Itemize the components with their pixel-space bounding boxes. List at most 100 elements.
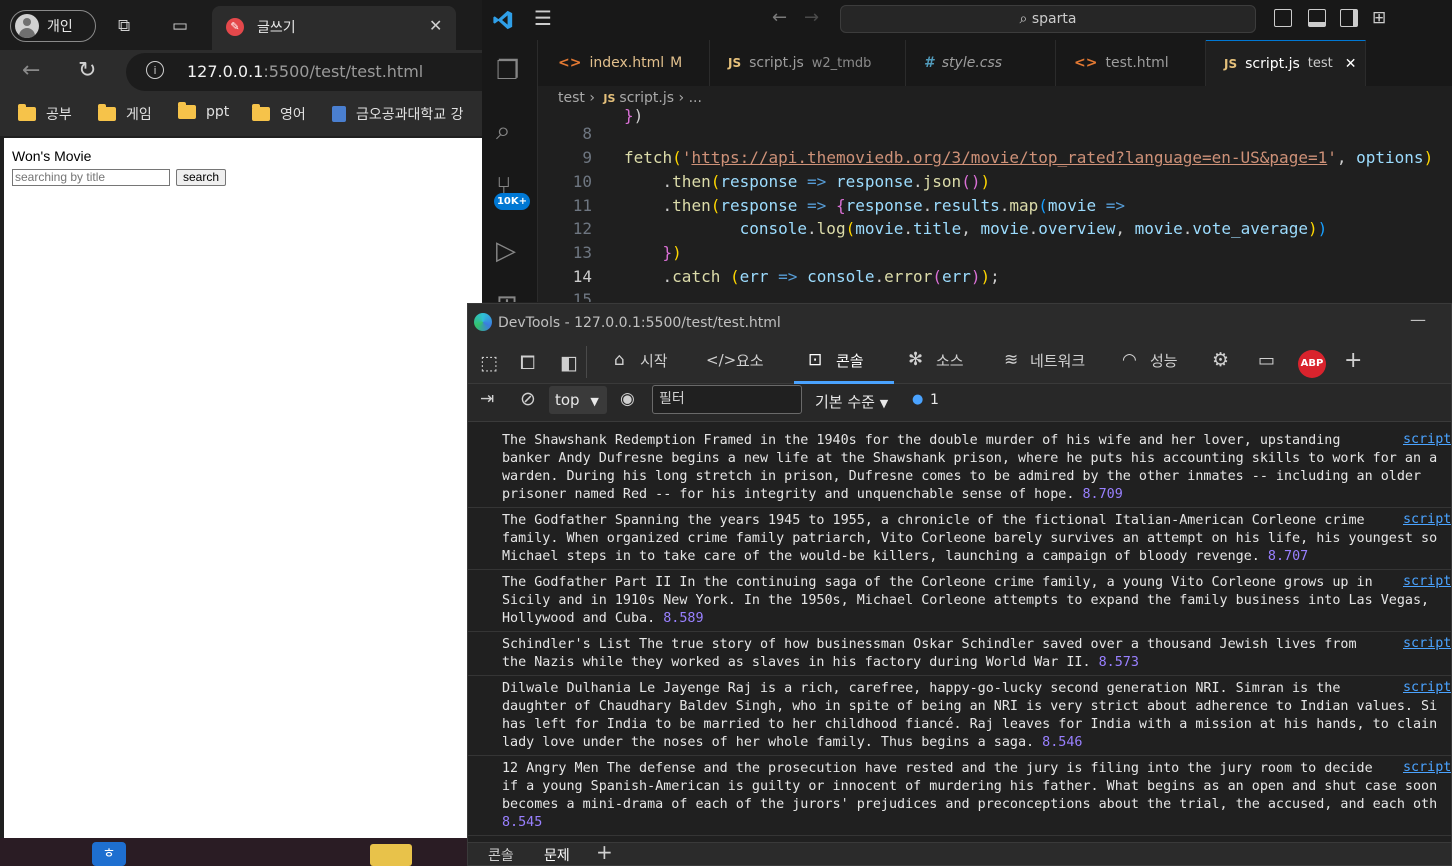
rating-value: 8.709 [1082, 487, 1123, 502]
source-link[interactable]: script [1403, 636, 1451, 651]
customize-layout-icon[interactable]: ⊞ [1372, 8, 1386, 28]
collections-icon[interactable]: ⧉ [118, 16, 130, 36]
add-drawer-tab-icon[interactable]: + [596, 840, 613, 864]
code-line[interactable]: fetch('https://api.themoviedb.org/3/movi… [624, 148, 1433, 167]
run-debug-icon[interactable]: ▷ [496, 236, 516, 266]
bookmark-folder[interactable]: 게임 [98, 104, 152, 124]
code-line-current[interactable]: .catch (err => console.error(err)); [624, 267, 1000, 286]
code-line[interactable]: }) [624, 106, 643, 125]
console-log-line: 12 Angry Men The defense and the prosecu… [502, 761, 1373, 776]
console-log-entry[interactable]: Dilwale Dulhania Le Jayenge Raj is a ric… [502, 680, 1437, 752]
breadcrumb[interactable]: test › JS script.js › ... [558, 90, 702, 106]
toggle-secondary-sidebar-icon[interactable] [1340, 9, 1358, 27]
url-text[interactable]: 127.0.0.1:5500/test/test.html [187, 62, 423, 81]
back-arrow-icon[interactable]: ← [22, 58, 40, 83]
console-log-entry[interactable]: The Godfather Part II In the continuing … [502, 574, 1429, 628]
back-arrow-icon[interactable]: ← [772, 7, 787, 28]
console-log-line: if a young Spanish-American is guilty or… [502, 779, 1438, 794]
message-icon: ● [912, 392, 924, 407]
entry-divider [468, 835, 1451, 836]
toggle-sidebar-icon[interactable] [1274, 9, 1292, 27]
code-line[interactable]: .then(response => {response.results.map(… [624, 196, 1125, 215]
tab-sources[interactable]: 소스 [936, 350, 964, 371]
sidebar-toggle-icon[interactable]: ⇥ [480, 389, 494, 409]
tab-actions-icon[interactable]: ▭ [172, 16, 188, 36]
rating-value: 8.707 [1267, 549, 1309, 564]
sources-icon: ✻ [908, 349, 924, 370]
line-number: 8 [582, 124, 592, 143]
code-line[interactable]: console.log(movie.title, movie.overview,… [624, 219, 1328, 238]
adblock-plus-icon[interactable]: ABP [1298, 350, 1326, 378]
search-icon: ⌕ [1019, 11, 1032, 27]
drawer-tab-bar [468, 842, 1451, 865]
close-tab-icon[interactable]: ✕ [1345, 56, 1357, 72]
html-file-icon: <> [1074, 55, 1098, 71]
site-info-icon[interactable]: i [146, 61, 164, 79]
editor-tab[interactable]: JS script.js w2_tmdb [710, 40, 906, 86]
settings-gear-icon[interactable]: ⚙ [1212, 349, 1229, 371]
code-line[interactable]: .then(response => response.json()) [624, 172, 991, 191]
browser-window: 개인 ⧉ ▭ ✎ 글쓰기 ✕ ← ↻ i 127.0.0.1:5500/test… [0, 0, 482, 866]
profile-button[interactable]: 개인 [10, 10, 96, 42]
bookmark-folder[interactable]: ppt [178, 102, 229, 120]
command-search[interactable]: ⌕ sparta [840, 5, 1256, 33]
tab-performance[interactable]: 성능 [1150, 350, 1178, 371]
tab-network[interactable]: 네트워크 [1030, 350, 1085, 371]
eye-icon[interactable]: ◉ [620, 389, 635, 409]
divider [586, 346, 587, 378]
js-file-icon: JS [1224, 56, 1238, 71]
clear-console-icon[interactable]: ⊘ [520, 388, 536, 410]
code-line[interactable]: }) [624, 243, 682, 262]
console-log-entry[interactable]: The Godfather Spanning the years 1945 to… [502, 512, 1437, 566]
inspect-icon[interactable]: ⬚ [480, 352, 498, 374]
search-button[interactable]: search [176, 169, 226, 186]
note-icon [332, 106, 346, 122]
fetch-url-link[interactable]: https://api.themoviedb.org/3/movie/top_r… [691, 148, 1327, 167]
device-emulation-icon[interactable]: ⧠ [520, 352, 535, 374]
source-link[interactable]: script [1403, 512, 1451, 527]
tab-elements[interactable]: 요소 [736, 350, 764, 371]
profile-label: 개인 [47, 19, 73, 35]
editor-tab[interactable]: <> index.html M [540, 40, 710, 86]
log-level-select[interactable]: 기본 수준 ▼ [815, 391, 888, 412]
tab-close-icon[interactable]: ✕ [429, 16, 442, 35]
toggle-panel-icon[interactable] [1308, 9, 1326, 27]
source-link[interactable]: script [1403, 680, 1451, 695]
bookmark-folder[interactable]: 공부 [18, 104, 72, 124]
menu-icon[interactable]: ☰ [534, 6, 552, 30]
taskbar-app-icon[interactable]: ㅎ [92, 842, 126, 866]
tab-welcome[interactable]: 시작 [640, 350, 668, 371]
editor-tab[interactable]: # style.css [906, 40, 1056, 86]
editor-tab[interactable]: <> test.html [1056, 40, 1206, 86]
add-tab-icon[interactable]: + [1344, 348, 1362, 373]
drawer-tab-console[interactable]: 콘솔 [488, 845, 514, 865]
bookmark-folder[interactable]: 영어 [252, 104, 306, 124]
window-icon[interactable]: ▭ [1258, 350, 1275, 371]
extensions-icon[interactable]: ⊞ [496, 290, 518, 302]
message-count[interactable]: 1 [930, 392, 939, 408]
dock-icon[interactable]: ◧ [560, 352, 578, 374]
devtools-window: DevTools - 127.0.0.1:5500/test/test.html… [467, 303, 1452, 866]
source-link[interactable]: script [1403, 574, 1451, 589]
browser-tab[interactable] [212, 6, 456, 50]
taskbar-app-icon[interactable] [370, 844, 412, 866]
context-select[interactable]: top ▼ [549, 386, 607, 414]
filter-input[interactable]: 필터 [652, 385, 802, 414]
bookmark-link[interactable]: 금오공과대학교 강 [332, 104, 464, 124]
forward-arrow-icon[interactable]: → [804, 7, 819, 28]
source-link[interactable]: script [1403, 432, 1451, 447]
line-number: 11 [572, 196, 592, 215]
chevron-down-icon: ▼ [879, 397, 889, 410]
search-icon[interactable]: ⌕ [496, 116, 511, 147]
search-input[interactable]: searching by title [12, 169, 170, 186]
editor-tab-active[interactable]: JS script.js test ✕ [1206, 40, 1366, 86]
source-link[interactable]: script [1403, 760, 1451, 775]
tab-console[interactable]: 콘솔 [836, 350, 864, 371]
console-log-entry[interactable]: The Shawshank Redemption Framed in the 1… [502, 432, 1437, 504]
drawer-tab-issues[interactable]: 문제 [544, 845, 570, 865]
console-log-entry[interactable]: Schindler's List The true story of how b… [502, 636, 1357, 672]
explorer-icon[interactable]: ❐ [496, 56, 519, 86]
refresh-icon[interactable]: ↻ [78, 58, 96, 83]
console-log-entry[interactable]: 12 Angry Men The defense and the prosecu… [502, 760, 1437, 832]
minimize-icon[interactable]: — [1410, 310, 1426, 329]
